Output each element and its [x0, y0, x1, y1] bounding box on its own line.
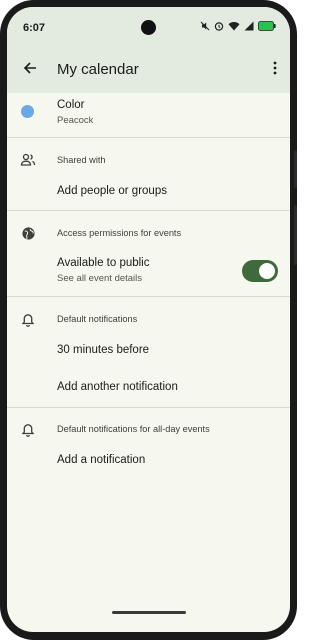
page-title: My calendar	[57, 61, 139, 78]
add-all-day-notification-row[interactable]: Add a notification	[7, 445, 290, 477]
gesture-bar[interactable]	[112, 611, 186, 614]
alarm-icon	[214, 21, 224, 31]
wifi-icon	[228, 21, 240, 31]
arrow-back-icon	[22, 60, 38, 81]
power-button	[294, 150, 297, 188]
color-row[interactable]	[7, 93, 290, 137]
add-all-day-notification-label: Add a notification	[57, 454, 146, 466]
default-notifications-header: Default notifications	[57, 314, 138, 324]
public-access-toggle[interactable]	[242, 260, 278, 282]
add-people-label: Add people or groups	[57, 185, 167, 197]
access-header: Access permissions for events	[57, 228, 182, 238]
toggle-knob	[259, 263, 275, 279]
status-bar: 6:07	[7, 7, 290, 47]
all-day-notifications-header: Default notifications for all-day events	[57, 424, 210, 434]
shared-with-header: Shared with	[57, 155, 106, 165]
screen: 6:07 My calendar Color Peacock Shared wi…	[7, 7, 290, 632]
bell-icon	[20, 311, 36, 327]
status-time: 6:07	[23, 22, 46, 34]
add-people-row[interactable]: Add people or groups	[7, 175, 290, 207]
divider	[7, 407, 290, 408]
back-button[interactable]	[18, 58, 42, 82]
mute-icon	[200, 21, 210, 31]
globe-icon	[20, 225, 36, 241]
front-camera	[141, 20, 156, 35]
divider	[7, 137, 290, 138]
color-swatch	[21, 105, 34, 118]
notification-row[interactable]: 30 minutes before	[7, 335, 290, 367]
battery-icon	[258, 21, 276, 31]
divider	[7, 296, 290, 297]
add-notification-label: Add another notification	[57, 381, 178, 393]
more-options-button[interactable]	[266, 58, 284, 82]
color-value: Peacock	[57, 115, 94, 126]
app-bar: My calendar	[7, 47, 290, 93]
color-label: Color	[57, 99, 85, 111]
signal-icon	[244, 21, 254, 31]
public-access-sub: See all event details	[57, 273, 143, 284]
more-vert-icon	[273, 61, 277, 80]
volume-button	[294, 205, 297, 265]
phone-frame: 6:07 My calendar Color Peacock Shared wi…	[0, 0, 297, 640]
add-notification-row[interactable]: Add another notification	[7, 372, 290, 404]
bell-icon	[20, 421, 36, 437]
status-icons	[200, 21, 276, 31]
people-icon	[20, 152, 36, 168]
notification-item: 30 minutes before	[57, 344, 150, 356]
divider	[7, 210, 290, 211]
public-access-label: Available to public	[57, 257, 150, 269]
